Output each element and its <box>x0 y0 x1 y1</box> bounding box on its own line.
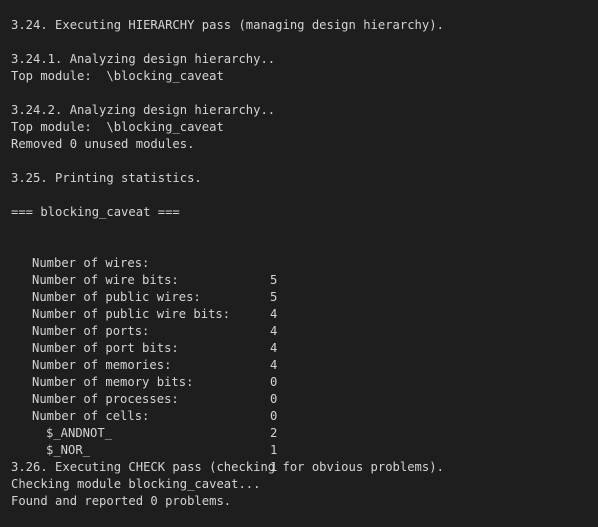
stat-label: Number of wire bits: <box>32 273 179 287</box>
stat-label: Number of public wire bits: <box>32 307 231 321</box>
check-pass-heading: 3.26. Executing CHECK pass (checking for… <box>11 460 444 474</box>
stat-value: 5 <box>270 273 278 287</box>
stat-value: 4 <box>270 341 278 355</box>
stat-value: 4 <box>270 307 278 321</box>
stat-row: Number of wire bits: 5 <box>0 255 277 304</box>
module-stats-header: === blocking_caveat === <box>11 205 180 219</box>
stat-value: 0 <box>270 409 278 423</box>
top-module-line-1: Top module: \blocking_caveat <box>11 69 224 83</box>
stat-row: Number of public wire bits: 4 <box>0 289 277 338</box>
stat-value: 2 <box>270 426 278 440</box>
stat-row: Number of public wires: 4 <box>0 272 277 321</box>
cell-type-label: $_ANDNOT_ <box>46 426 113 440</box>
stat-row: Number of memories: 0 <box>0 340 277 389</box>
cell-type-count: 1 <box>270 443 278 457</box>
hierarchy-pass-heading: 3.24. Executing HIERARCHY pass (managing… <box>11 18 444 32</box>
analyze-hierarchy-1-heading: 3.24.1. Analyzing design hierarchy.. <box>11 52 276 66</box>
stat-row: Number of ports: 4 <box>0 306 277 355</box>
stat-label: Number of public wires: <box>32 290 201 304</box>
cell-type-row: $_NOR_ 1 <box>0 425 277 474</box>
stat-label: Number of wires: <box>32 256 150 270</box>
stat-value: 4 <box>270 358 278 372</box>
stat-label: Number of cells: <box>32 409 150 423</box>
top-module-line-2: Top module: \blocking_caveat <box>11 120 224 134</box>
stat-label: Number of port bits: <box>32 341 179 355</box>
stat-label: Number of ports: <box>32 324 150 338</box>
stat-value: 5 <box>270 290 278 304</box>
stat-value: 0 <box>270 392 278 406</box>
problems-found-line: Found and reported 0 problems. <box>11 494 232 508</box>
stat-row: Number of memory bits: 0 <box>0 357 277 406</box>
printing-statistics-heading: 3.25. Printing statistics. <box>11 171 202 185</box>
stat-row: Number of cells: 2 <box>0 391 277 440</box>
terminal-output: 3.24. Executing HIERARCHY pass (managing… <box>0 0 598 527</box>
stat-row: Number of port bits: 4 <box>0 323 277 372</box>
cell-type-row: $_ANDNOT_ 1 <box>0 408 277 457</box>
stat-value: 4 <box>270 324 278 338</box>
checking-module-line: Checking module blocking_caveat... <box>11 477 261 491</box>
cell-type-label: $_NOR_ <box>46 443 91 457</box>
stat-value: 0 <box>270 375 278 389</box>
stat-row: Number of processes: 0 <box>0 374 277 423</box>
stat-label: Number of processes: <box>32 392 179 406</box>
stat-row: Number of wires: 5 <box>0 238 277 287</box>
stat-label: Number of memories: <box>32 358 172 372</box>
stat-label: Number of memory bits: <box>32 375 194 389</box>
removed-modules-line: Removed 0 unused modules. <box>11 137 195 151</box>
analyze-hierarchy-2-heading: 3.24.2. Analyzing design hierarchy.. <box>11 103 276 117</box>
